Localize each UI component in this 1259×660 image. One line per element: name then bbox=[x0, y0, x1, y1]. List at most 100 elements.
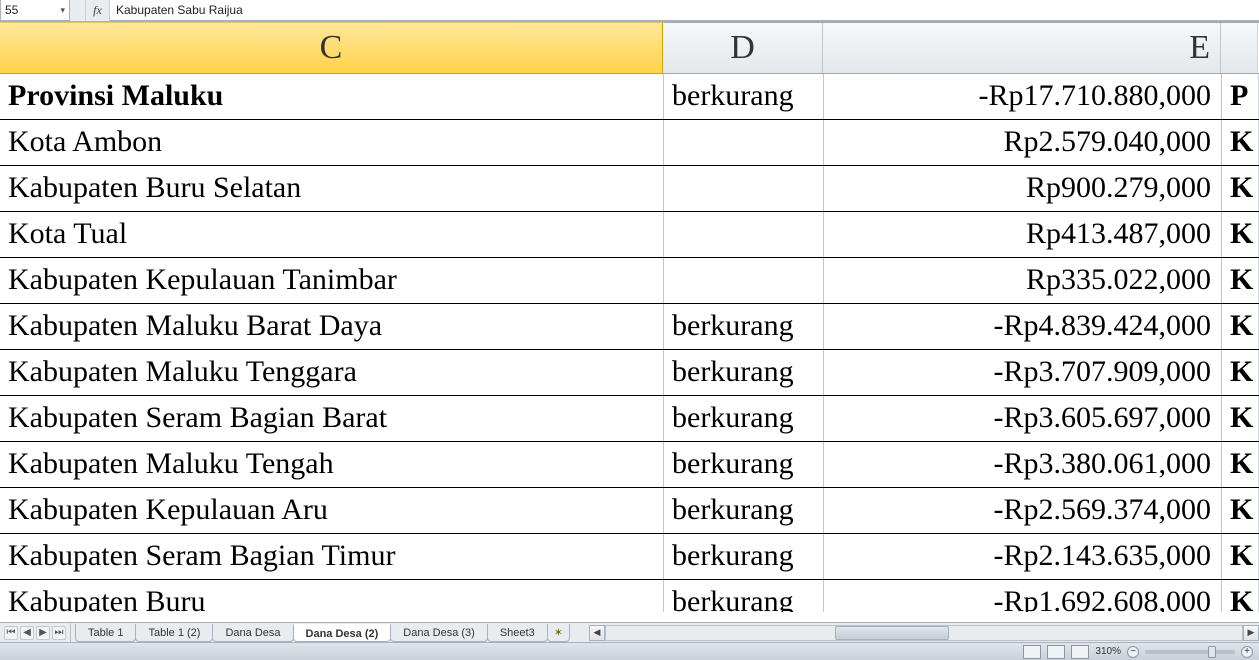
tab-nav-first-icon[interactable]: ⏮ bbox=[4, 626, 18, 640]
formula-bar: 55 ▾ fx Kabupaten Sabu Raijua bbox=[0, 0, 1259, 22]
col-header-f[interactable] bbox=[1221, 23, 1258, 73]
cell-f[interactable]: K bbox=[1222, 396, 1259, 441]
view-page-layout-icon[interactable] bbox=[1047, 645, 1065, 659]
cell-d[interactable]: berkurang bbox=[664, 74, 824, 119]
cell-d[interactable] bbox=[664, 258, 824, 303]
cell-c[interactable]: Kota Ambon bbox=[0, 120, 664, 165]
cell-e[interactable]: Rp335.022,000 bbox=[824, 258, 1222, 303]
cell-f[interactable]: K bbox=[1222, 304, 1259, 349]
cell-c[interactable]: Kabupaten Kepulauan Aru bbox=[0, 488, 664, 533]
table-row: Kabupaten Kepulauan Tanimbar Rp335.022,00… bbox=[0, 258, 1259, 304]
sheet-tab[interactable]: Table 1 bbox=[75, 624, 136, 642]
col-header-c[interactable]: C bbox=[0, 22, 663, 74]
hscroll-thumb[interactable] bbox=[835, 626, 949, 640]
cell-f[interactable]: P bbox=[1222, 74, 1259, 119]
fx-icon[interactable]: fx bbox=[86, 0, 110, 21]
sheet-tab[interactable]: Dana Desa (2) bbox=[293, 624, 392, 642]
cell-c[interactable]: Kabupaten Maluku Barat Daya bbox=[0, 304, 664, 349]
cell-c[interactable]: Kabupaten Maluku Tengah bbox=[0, 442, 664, 487]
cell-c[interactable]: Kabupaten Maluku Tenggara bbox=[0, 350, 664, 395]
name-box[interactable]: 55 ▾ bbox=[0, 0, 70, 21]
table-row: Kabupaten Seram Bagian Timurberkurang-Rp… bbox=[0, 534, 1259, 580]
cell-f[interactable]: K bbox=[1222, 534, 1259, 579]
cell-c[interactable]: Provinsi Maluku bbox=[0, 74, 664, 119]
cell-c[interactable]: Kabupaten Seram Bagian Barat bbox=[0, 396, 664, 441]
cell-e[interactable]: -Rp3.707.909,000 bbox=[824, 350, 1222, 395]
cell-e[interactable]: -Rp4.839.424,000 bbox=[824, 304, 1222, 349]
cell-f[interactable]: K bbox=[1222, 580, 1259, 612]
col-header-e[interactable]: E bbox=[823, 23, 1221, 73]
cell-e[interactable]: -Rp3.605.697,000 bbox=[824, 396, 1222, 441]
cell-e[interactable]: -Rp1.692.608,000 bbox=[824, 580, 1222, 612]
cell-d[interactable]: berkurang bbox=[664, 396, 824, 441]
column-headers: C D E bbox=[0, 22, 1259, 74]
view-page-break-icon[interactable] bbox=[1071, 645, 1089, 659]
table-row: Kabupaten Seram Bagian Baratberkurang-Rp… bbox=[0, 396, 1259, 442]
sheet-tab[interactable]: Sheet3 bbox=[487, 624, 548, 642]
name-box-value: 55 bbox=[5, 3, 18, 17]
hscroll-right-icon[interactable]: ▶ bbox=[1243, 625, 1259, 641]
table-row: Kabupaten Kepulauan Aruberkurang-Rp2.569… bbox=[0, 488, 1259, 534]
horizontal-scrollbar[interactable]: ◀ ▶ bbox=[589, 623, 1259, 642]
tab-nav: ⏮ ◀ ▶ ⏭ bbox=[0, 623, 71, 642]
cell-f[interactable]: K bbox=[1222, 166, 1259, 211]
cell-f[interactable]: K bbox=[1222, 350, 1259, 395]
tab-nav-next-icon[interactable]: ▶ bbox=[36, 626, 50, 640]
hscroll-track[interactable] bbox=[605, 625, 1243, 641]
cell-c[interactable]: Kabupaten Kepulauan Tanimbar bbox=[0, 258, 664, 303]
cell-e[interactable]: Rp413.487,000 bbox=[824, 212, 1222, 257]
cell-d[interactable]: berkurang bbox=[664, 534, 824, 579]
formula-bar-separator bbox=[70, 0, 86, 21]
formula-text: Kabupaten Sabu Raijua bbox=[116, 3, 243, 17]
spreadsheet-grid[interactable]: C D E Provinsi Malukuberkurang-Rp17.710.… bbox=[0, 22, 1259, 612]
zoom-out-icon[interactable]: − bbox=[1127, 646, 1139, 658]
sheet-tab[interactable]: Dana Desa (3) bbox=[390, 624, 488, 642]
cell-d[interactable]: berkurang bbox=[664, 304, 824, 349]
zoom-in-icon[interactable]: + bbox=[1241, 646, 1253, 658]
col-header-d[interactable]: D bbox=[663, 23, 823, 73]
table-row: Kabupaten Buru Selatan Rp900.279,000K bbox=[0, 166, 1259, 212]
cell-c[interactable]: Kabupaten Seram Bagian Timur bbox=[0, 534, 664, 579]
cell-e[interactable]: -Rp17.710.880,000 bbox=[824, 74, 1222, 119]
zoom-slider[interactable] bbox=[1145, 650, 1235, 654]
cell-c[interactable]: Kabupaten Buru bbox=[0, 580, 664, 612]
sheet-tabs: Table 1Table 1 (2)Dana DesaDana Desa (2)… bbox=[71, 623, 569, 642]
table-row: Kabupaten Maluku Tenggaraberkurang-Rp3.7… bbox=[0, 350, 1259, 396]
data-rows: Provinsi Malukuberkurang-Rp17.710.880,00… bbox=[0, 74, 1259, 612]
zoom-label: 310% bbox=[1095, 646, 1121, 657]
cell-f[interactable]: K bbox=[1222, 258, 1259, 303]
cell-d[interactable] bbox=[664, 120, 824, 165]
cell-c[interactable]: Kabupaten Buru Selatan bbox=[0, 166, 664, 211]
zoom-slider-handle[interactable] bbox=[1208, 646, 1216, 658]
cell-f[interactable]: K bbox=[1222, 120, 1259, 165]
cell-e[interactable]: Rp900.279,000 bbox=[824, 166, 1222, 211]
table-row: Kabupaten Maluku Tengahberkurang-Rp3.380… bbox=[0, 442, 1259, 488]
name-box-dropdown-icon[interactable]: ▾ bbox=[60, 5, 65, 16]
cell-d[interactable]: berkurang bbox=[664, 580, 824, 612]
tab-nav-prev-icon[interactable]: ◀ bbox=[20, 626, 34, 640]
sheet-tab[interactable]: Dana Desa bbox=[212, 624, 293, 642]
sheet-tab[interactable]: Table 1 (2) bbox=[135, 624, 213, 642]
cell-e[interactable]: -Rp3.380.061,000 bbox=[824, 442, 1222, 487]
cell-f[interactable]: K bbox=[1222, 488, 1259, 533]
table-row: Kabupaten Buruberkurang-Rp1.692.608,000K bbox=[0, 580, 1259, 612]
view-normal-icon[interactable] bbox=[1023, 645, 1041, 659]
cell-d[interactable]: berkurang bbox=[664, 488, 824, 533]
tab-nav-last-icon[interactable]: ⏭ bbox=[52, 626, 66, 640]
status-bar: 310% − + bbox=[0, 642, 1259, 660]
cell-e[interactable]: Rp2.579.040,000 bbox=[824, 120, 1222, 165]
cell-c[interactable]: Kota Tual bbox=[0, 212, 664, 257]
hscroll-left-icon[interactable]: ◀ bbox=[589, 625, 605, 641]
cell-d[interactable] bbox=[664, 212, 824, 257]
new-sheet-icon[interactable]: ✶ bbox=[547, 624, 570, 642]
cell-d[interactable] bbox=[664, 166, 824, 211]
cell-f[interactable]: K bbox=[1222, 442, 1259, 487]
table-row: Kota Tual Rp413.487,000K bbox=[0, 212, 1259, 258]
cell-f[interactable]: K bbox=[1222, 212, 1259, 257]
cell-e[interactable]: -Rp2.143.635,000 bbox=[824, 534, 1222, 579]
table-row: Kota Ambon Rp2.579.040,000K bbox=[0, 120, 1259, 166]
formula-input[interactable]: Kabupaten Sabu Raijua bbox=[110, 0, 1259, 21]
cell-d[interactable]: berkurang bbox=[664, 350, 824, 395]
cell-e[interactable]: -Rp2.569.374,000 bbox=[824, 488, 1222, 533]
cell-d[interactable]: berkurang bbox=[664, 442, 824, 487]
